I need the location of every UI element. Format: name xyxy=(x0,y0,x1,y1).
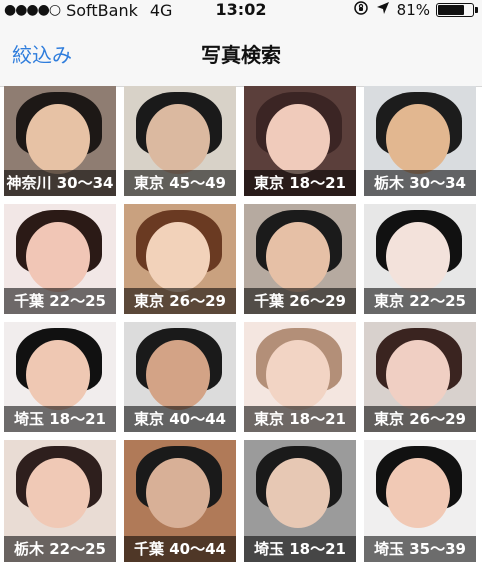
photo-tile[interactable]: 東京 18〜21 xyxy=(244,322,356,432)
photo-caption: 千葉 26〜29 xyxy=(244,288,356,314)
photo-caption: 栃木 30〜34 xyxy=(364,170,476,196)
photo-caption: 神奈川 30〜34 xyxy=(4,170,116,196)
battery-percent: 81% xyxy=(396,1,430,19)
photo-face-shape xyxy=(266,222,330,292)
photo-caption: 東京 22〜25 xyxy=(364,288,476,314)
photo-face-shape xyxy=(386,222,450,292)
photo-face-shape xyxy=(266,104,330,174)
photo-grid: 神奈川 30〜34 東京 45〜49 東京 18〜21 栃木 30〜34 千葉 22〜2… xyxy=(4,86,478,562)
navigation-bar: 絞込み 写真検索 xyxy=(0,26,482,87)
photo-caption: 東京 18〜21 xyxy=(244,170,356,196)
photo-caption: 東京 26〜29 xyxy=(364,406,476,432)
photo-face-shape xyxy=(146,340,210,410)
photo-face-shape xyxy=(146,458,210,528)
photo-tile[interactable]: 埼玉 18〜21 xyxy=(244,440,356,562)
location-arrow-icon xyxy=(375,0,391,20)
photo-face-shape xyxy=(26,104,90,174)
page-title: 写真検索 xyxy=(201,43,281,67)
photo-tile[interactable]: 神奈川 30〜34 xyxy=(4,86,116,196)
photo-caption: 東京 40〜44 xyxy=(124,406,236,432)
photo-face-shape xyxy=(26,458,90,528)
photo-face-shape xyxy=(146,222,210,292)
photo-tile[interactable]: 東京 18〜21 xyxy=(244,86,356,196)
photo-tile[interactable]: 千葉 40〜44 xyxy=(124,440,236,562)
photo-face-shape xyxy=(26,222,90,292)
photo-face-shape xyxy=(386,104,450,174)
photo-caption: 千葉 40〜44 xyxy=(124,536,236,562)
photo-tile[interactable]: 栃木 22〜25 xyxy=(4,440,116,562)
photo-caption: 東京 26〜29 xyxy=(124,288,236,314)
status-bar: ●●●●○ SoftBank 4G 13:02 81% xyxy=(0,0,482,26)
photo-caption: 埼玉 35〜39 xyxy=(364,536,476,562)
photo-caption: 栃木 22〜25 xyxy=(4,536,116,562)
photo-tile[interactable]: 東京 45〜49 xyxy=(124,86,236,196)
photo-face-shape xyxy=(26,340,90,410)
battery-level xyxy=(438,5,464,15)
photo-tile[interactable]: 栃木 30〜34 xyxy=(364,86,476,196)
photo-tile[interactable]: 東京 22〜25 xyxy=(364,204,476,314)
photo-caption: 東京 45〜49 xyxy=(124,170,236,196)
photo-face-shape xyxy=(266,340,330,410)
photo-tile[interactable]: 埼玉 18〜21 xyxy=(4,322,116,432)
photo-caption: 埼玉 18〜21 xyxy=(4,406,116,432)
photo-face-shape xyxy=(266,458,330,528)
photo-face-shape xyxy=(386,340,450,410)
photo-caption: 東京 18〜21 xyxy=(244,406,356,432)
rotation-lock-icon xyxy=(353,0,369,20)
photo-tile[interactable]: 東京 26〜29 xyxy=(364,322,476,432)
photo-tile[interactable]: 東京 26〜29 xyxy=(124,204,236,314)
photo-tile[interactable]: 埼玉 35〜39 xyxy=(364,440,476,562)
photo-tile[interactable]: 千葉 26〜29 xyxy=(244,204,356,314)
photo-caption: 埼玉 18〜21 xyxy=(244,536,356,562)
status-right: 81% xyxy=(353,0,478,20)
photo-caption: 千葉 22〜25 xyxy=(4,288,116,314)
photo-tile[interactable]: 千葉 22〜25 xyxy=(4,204,116,314)
photo-face-shape xyxy=(146,104,210,174)
battery-tip xyxy=(475,7,478,13)
photo-face-shape xyxy=(386,458,450,528)
photo-tile[interactable]: 東京 40〜44 xyxy=(124,322,236,432)
battery-icon xyxy=(436,3,478,17)
